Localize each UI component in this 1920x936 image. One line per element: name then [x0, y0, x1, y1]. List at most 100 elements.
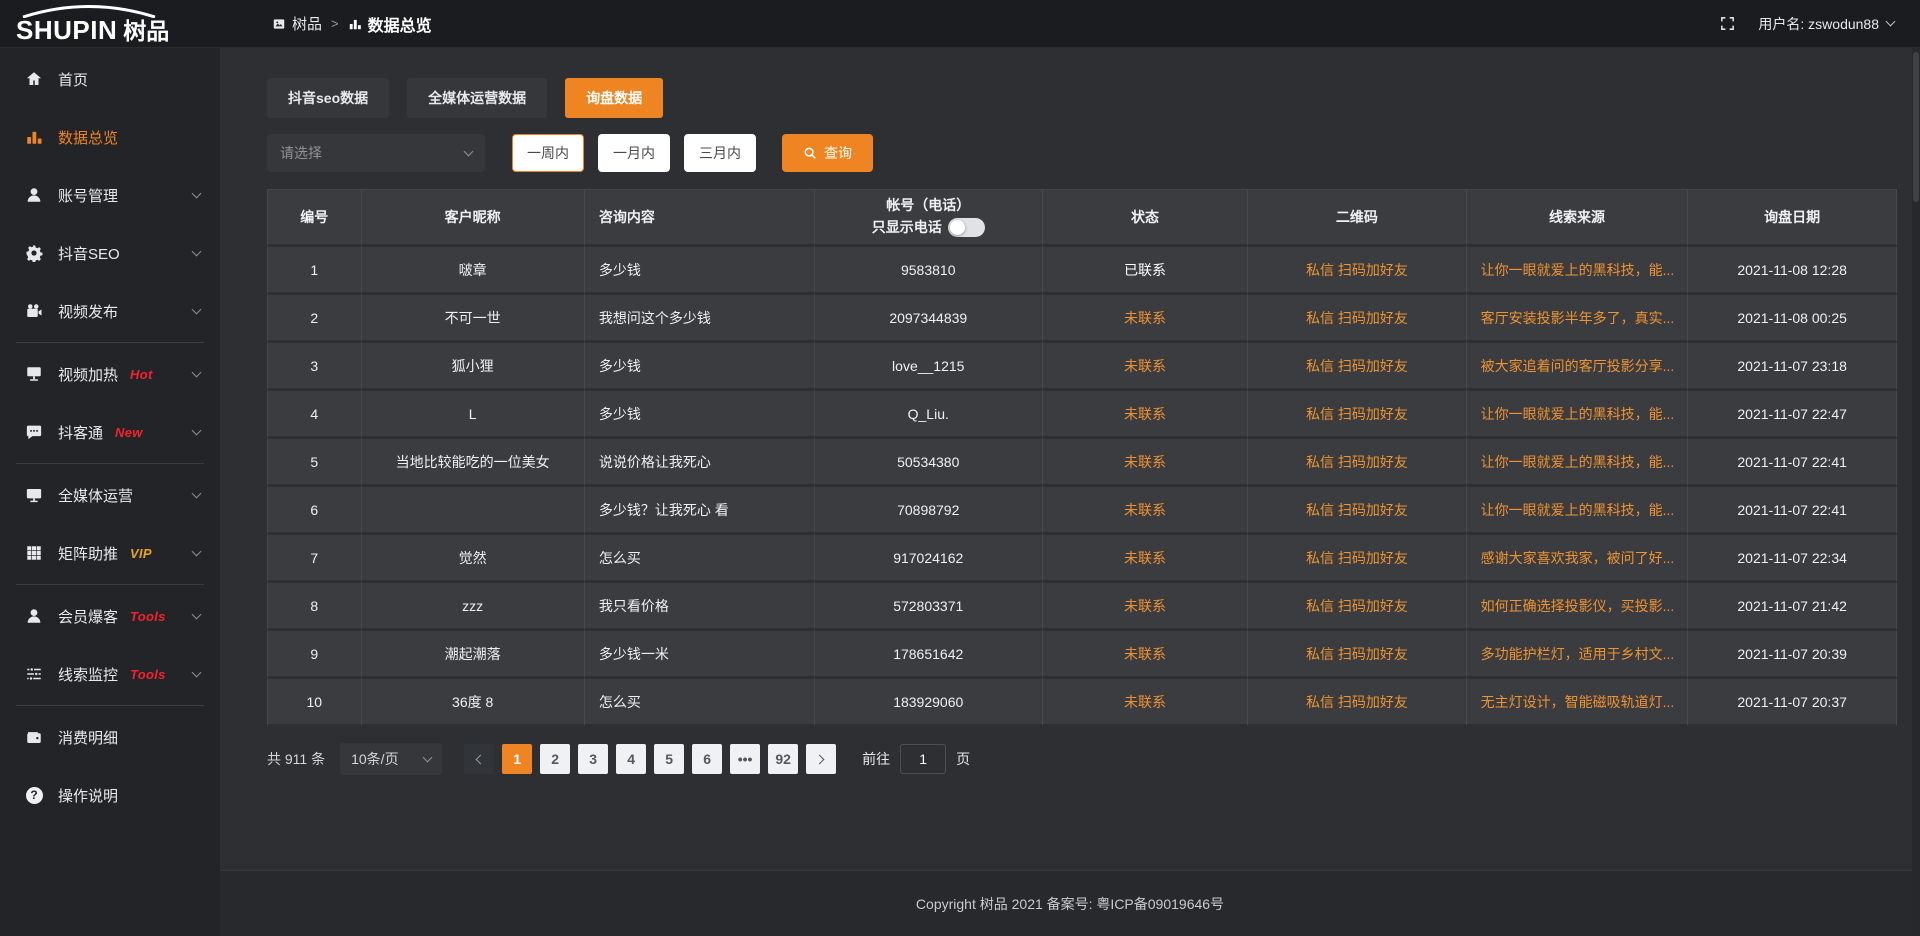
source-link[interactable]: 让你一眼就爱上的黑科技，能... [1467, 439, 1689, 487]
chevron-left-icon [476, 754, 486, 764]
sidebar-item-lead-monitoring[interactable]: 线索监控 Tools [0, 645, 220, 703]
data-tabs: 抖音seo数据 全媒体运营数据 询盘数据 [267, 78, 1897, 118]
table-row: 10 36度 8 怎么买 183929060 未联系 私信 扫码加好友 无主灯设… [267, 679, 1897, 727]
date-range-group: 一周内 一月内 三月内 [512, 134, 756, 172]
sidebar-item-omnimedia[interactable]: 全媒体运营 [0, 466, 220, 524]
cell-content: 我想问这个多少钱 [585, 295, 815, 343]
tab-omnimedia-data[interactable]: 全媒体运营数据 [407, 78, 547, 118]
prev-page-button[interactable] [464, 744, 494, 774]
status-badge: 未联系 [1043, 343, 1248, 391]
page-button-3[interactable]: 3 [578, 744, 608, 774]
source-link[interactable]: 感谢大家喜欢我家，被问了好... [1467, 535, 1689, 583]
source-link[interactable]: 被大家追着问的客厅投影分享... [1467, 343, 1689, 391]
table-header-row: 编号 客户昵称 咨询内容 帐号（电话） 只显示电话 状态 二维码 线索来源 询盘… [267, 189, 1897, 247]
vip-badge: VIP [130, 546, 152, 561]
cell-content: 多少钱 [585, 247, 815, 295]
pagination: 共 911 条 10条/页 1 2 3 4 5 6 ••• 92 前往 页 [267, 743, 1897, 775]
chevron-down-icon [192, 304, 202, 314]
fullscreen-icon[interactable] [1719, 15, 1736, 32]
qrcode-links[interactable]: 私信 扫码加好友 [1248, 391, 1466, 439]
sidebar-item-label: 线索监控 [58, 664, 118, 685]
sidebar-item-video-publish[interactable]: 视频发布 [0, 282, 220, 340]
page-size-select[interactable]: 10条/页 [340, 743, 442, 775]
goto-page-input[interactable] [900, 744, 946, 774]
page-button-2[interactable]: 2 [540, 744, 570, 774]
breadcrumb-root[interactable]: 树品 [272, 13, 322, 34]
sidebar-item-douyin-seo[interactable]: 抖音SEO [0, 224, 220, 282]
page-button-4[interactable]: 4 [616, 744, 646, 774]
source-link[interactable]: 如何正确选择投影仪，买投影... [1467, 583, 1689, 631]
grid-icon [24, 544, 44, 562]
top-bar: SHUPIN 树品 树品 > 数据总览 用户名: zswodun88 [0, 0, 1920, 48]
sidebar-item-instructions[interactable]: ? 操作说明 [0, 766, 220, 824]
qrcode-links[interactable]: 私信 扫码加好友 [1248, 487, 1466, 535]
sidebar-item-douketong[interactable]: 抖客通 New [0, 403, 220, 461]
page-size-value: 10条/页 [351, 749, 398, 769]
table-row: 2 不可一世 我想问这个多少钱 2097344839 未联系 私信 扫码加好友 … [267, 295, 1897, 343]
qrcode-links[interactable]: 私信 扫码加好友 [1248, 583, 1466, 631]
cell-date: 2021-11-07 21:42 [1688, 583, 1897, 631]
page-button-1[interactable]: 1 [502, 744, 532, 774]
next-page-button[interactable] [806, 744, 836, 774]
source-link[interactable]: 让你一眼就爱上的黑科技，能... [1467, 391, 1689, 439]
source-link[interactable]: 让你一眼就爱上的黑科技，能... [1467, 487, 1689, 535]
cell-account: 70898792 [815, 487, 1043, 535]
source-link[interactable]: 客厅安装投影半年多了，真实... [1467, 295, 1689, 343]
logo-text-cn: 树品 [123, 20, 169, 43]
qrcode-links[interactable]: 私信 扫码加好友 [1248, 535, 1466, 583]
user-icon [24, 186, 44, 204]
sidebar-item-label: 抖音SEO [58, 243, 120, 264]
username-label: 用户名: zswodun88 [1758, 14, 1879, 34]
tab-douyin-seo-data[interactable]: 抖音seo数据 [267, 78, 389, 118]
wallet-icon [24, 728, 44, 746]
page-button-5[interactable]: 5 [654, 744, 684, 774]
qrcode-links[interactable]: 私信 扫码加好友 [1248, 439, 1466, 487]
page-button-6[interactable]: 6 [692, 744, 722, 774]
table-row: 5 当地比较能吃的一位美女 说说价格让我死心 50534380 未联系 私信 扫… [267, 439, 1897, 487]
search-button[interactable]: 查询 [782, 134, 873, 172]
cell-account: 917024162 [815, 535, 1043, 583]
sidebar-item-data-overview[interactable]: 数据总览 [0, 108, 220, 166]
monitor-icon [24, 486, 44, 504]
tab-inquiry-data[interactable]: 询盘数据 [565, 78, 663, 118]
source-link[interactable]: 让你一眼就爱上的黑科技，能... [1467, 247, 1689, 295]
cell-content: 我只看价格 [585, 583, 815, 631]
col-header-nickname: 客户昵称 [362, 189, 585, 247]
scrollbar-track[interactable] [1912, 48, 1920, 936]
cell-nickname: 36度 8 [362, 679, 585, 727]
sidebar-item-label: 会员爆客 [58, 606, 118, 627]
range-month-button[interactable]: 一月内 [598, 134, 670, 172]
cell-date: 2021-11-07 22:34 [1688, 535, 1897, 583]
sidebar-item-matrix-boost[interactable]: 矩阵助推 VIP [0, 524, 220, 582]
phone-only-toggle[interactable] [948, 218, 985, 237]
scrollbar-thumb[interactable] [1913, 52, 1919, 202]
range-quarter-button[interactable]: 三月内 [684, 134, 756, 172]
sidebar-item-video-heating[interactable]: 视频加热 Hot [0, 345, 220, 403]
sidebar-item-account-management[interactable]: 账号管理 [0, 166, 220, 224]
qrcode-links[interactable]: 私信 扫码加好友 [1248, 343, 1466, 391]
account-select[interactable]: 请选择 [267, 134, 485, 172]
sidebar-item-label: 矩阵助推 [58, 543, 118, 564]
source-link[interactable]: 无主灯设计，智能磁吸轨道灯... [1467, 679, 1689, 727]
sidebar-divider [16, 584, 204, 585]
qrcode-links[interactable]: 私信 扫码加好友 [1248, 631, 1466, 679]
page-ellipsis-button[interactable]: ••• [730, 744, 760, 774]
cell-date: 2021-11-07 20:39 [1688, 631, 1897, 679]
range-week-button[interactable]: 一周内 [512, 134, 584, 172]
sidebar-item-spending-details[interactable]: 消费明细 [0, 708, 220, 766]
qrcode-links[interactable]: 私信 扫码加好友 [1248, 295, 1466, 343]
cell-content: 说说价格让我死心 [585, 439, 815, 487]
source-link[interactable]: 多功能护栏灯，适用于乡村文... [1467, 631, 1689, 679]
qrcode-links[interactable]: 私信 扫码加好友 [1248, 247, 1466, 295]
breadcrumb-separator: > [331, 16, 339, 31]
cell-account: 183929060 [815, 679, 1043, 727]
user-menu[interactable]: 用户名: zswodun88 [1758, 14, 1894, 34]
sidebar-item-home[interactable]: 首页 [0, 50, 220, 108]
sidebar-item-member-burst[interactable]: 会员爆客 Tools [0, 587, 220, 645]
cell-nickname: 当地比较能吃的一位美女 [362, 439, 585, 487]
page-button-92[interactable]: 92 [768, 744, 798, 774]
qrcode-links[interactable]: 私信 扫码加好友 [1248, 679, 1466, 727]
sidebar-item-label: 数据总览 [58, 127, 118, 148]
footer: Copyright 树品 2021 备案号: 粤ICP备09019646号 [220, 870, 1920, 936]
bar-chart-icon [348, 17, 362, 31]
